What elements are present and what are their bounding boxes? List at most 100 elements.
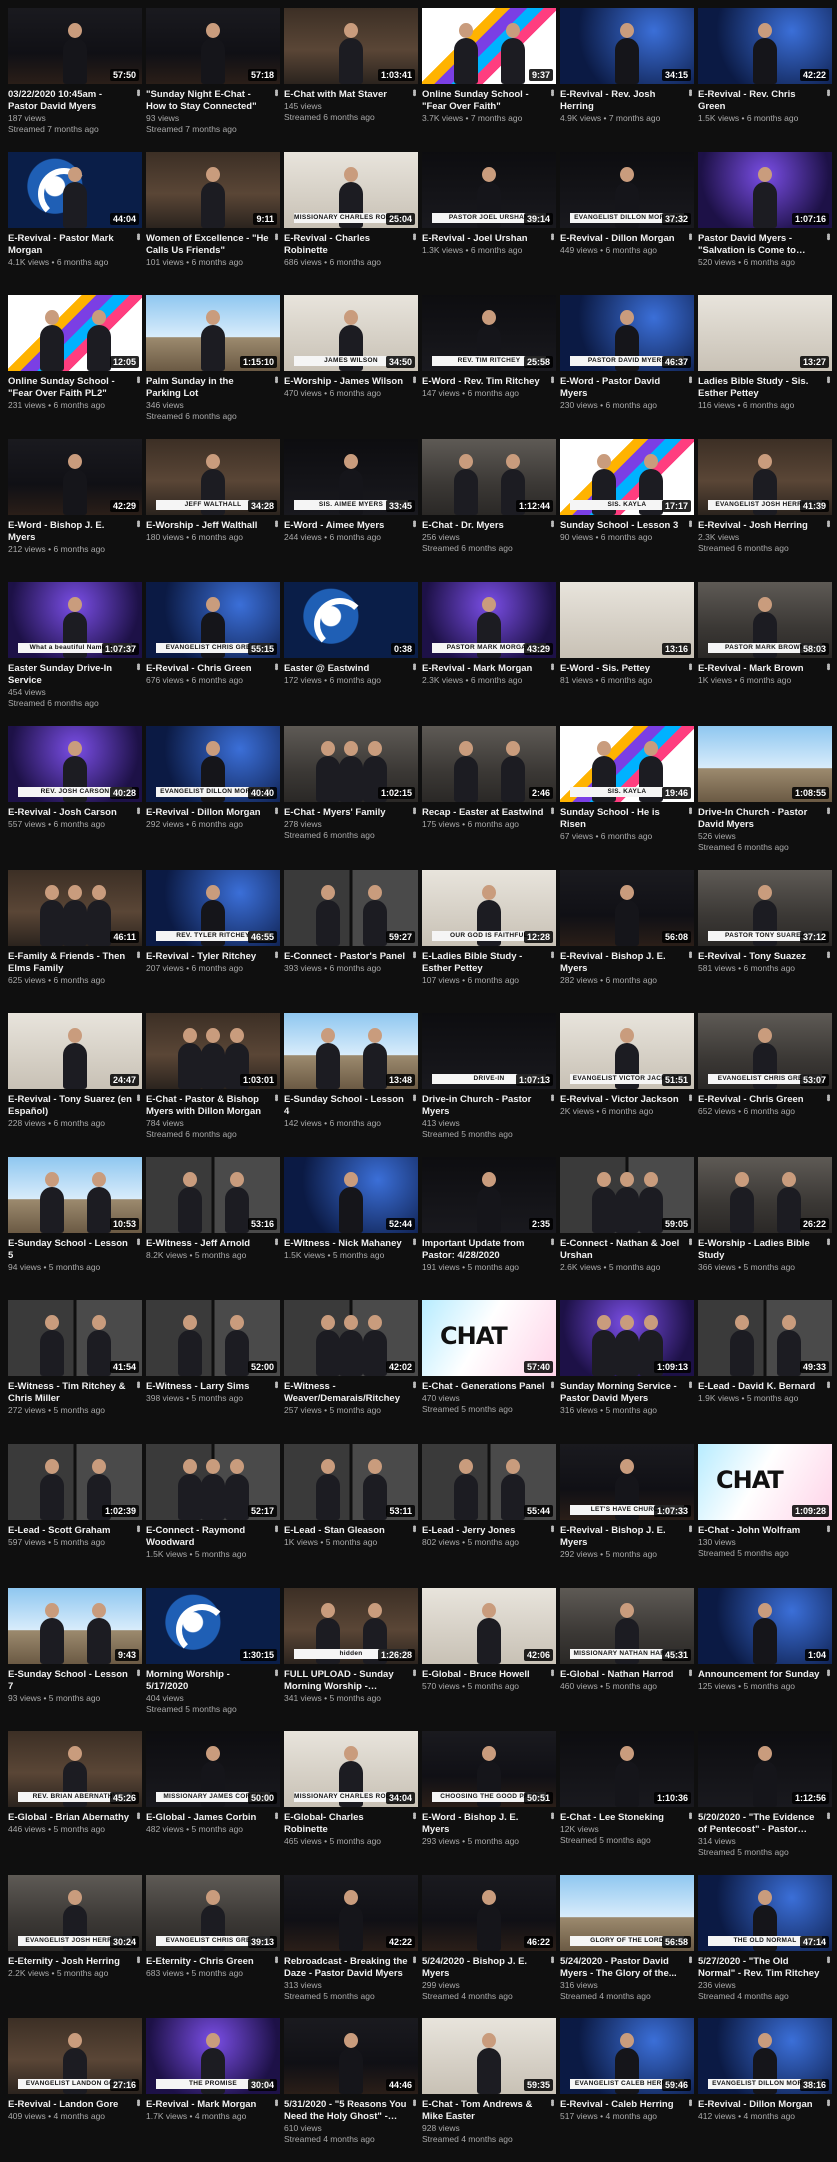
more-options-icon[interactable]: ••• [684, 951, 696, 957]
more-options-icon[interactable]: ••• [684, 807, 696, 813]
video-title[interactable]: E-Revival - Dillon Morgan [560, 233, 685, 245]
video-title[interactable]: E-Revival - Tony Suarez (en Español) [8, 1094, 133, 1118]
video-thumbnail[interactable]: 42:22 [284, 1874, 418, 1951]
more-options-icon[interactable]: ••• [408, 1956, 420, 1962]
video-title[interactable]: E-Global- Charles Robinette [284, 1812, 409, 1836]
video-card[interactable]: 1:12:44 E-Chat - Dr. Myers 256 views Stream… [422, 438, 559, 583]
video-title[interactable]: E-Revival - Pastor Mark Morgan [8, 233, 133, 257]
video-card[interactable]: 9:37 Online Sunday School - "Fear Over Fa… [422, 8, 559, 152]
video-card[interactable]: MISSIONARY NATHAN HARROD 45:31 E-Global - … [560, 1587, 697, 1732]
video-title[interactable]: Recap - Easter at Eastwind [422, 807, 547, 819]
video-title[interactable]: E-Word - Aimee Myers [284, 520, 409, 532]
video-card[interactable]: 34:15 E-Revival - Rev. Josh Herring 4.9K v… [560, 8, 697, 152]
video-card[interactable]: REV. TYLER RITCHEY 46:55 E-Revival - Tyler… [146, 869, 283, 1014]
more-options-icon[interactable]: ••• [822, 951, 834, 957]
video-thumbnail[interactable]: SIS. AIMEE MYERS 33:45 [284, 438, 418, 515]
more-options-icon[interactable]: ••• [546, 1381, 558, 1387]
video-card[interactable]: 1:03:41 E-Chat with Mat Staver 145 views St… [284, 8, 421, 152]
video-thumbnail[interactable]: LET'S HAVE CHURCH 1:07:33 [560, 1443, 694, 1520]
video-title[interactable]: E-Revival - Josh Carson [8, 807, 133, 819]
video-thumbnail[interactable]: SIS. KAYLA 17:17 [560, 438, 694, 515]
video-title[interactable]: E-Eternity - Josh Herring [8, 1956, 133, 1968]
more-options-icon[interactable]: ••• [408, 233, 420, 239]
more-options-icon[interactable]: ••• [822, 663, 834, 669]
video-thumbnail[interactable]: PASTOR MARK BROWN 58:03 [698, 582, 832, 659]
video-thumbnail[interactable]: 59:27 [284, 869, 418, 946]
more-options-icon[interactable]: ••• [408, 89, 420, 95]
more-options-icon[interactable]: ••• [132, 520, 144, 526]
video-thumbnail[interactable]: 44:04 [8, 151, 142, 228]
video-card[interactable]: MISSIONARY JAMES CORBIN 50:00 E-Global - J… [146, 1731, 283, 1875]
video-thumbnail[interactable]: 1:15:10 [146, 295, 280, 372]
video-card[interactable]: 9:43 E-Sunday School - Lesson 7 93 views •… [8, 1587, 145, 1732]
video-thumbnail[interactable]: 52:44 [284, 1156, 418, 1233]
video-title[interactable]: E-Revival - Dillon Morgan [698, 2099, 823, 2111]
video-thumbnail[interactable]: 57:18 [146, 8, 280, 84]
video-thumbnail[interactable]: MISSIONARY JAMES CORBIN 50:00 [146, 1731, 280, 1808]
video-title[interactable]: E-Connect - Pastor's Panel [284, 951, 409, 963]
more-options-icon[interactable]: ••• [546, 807, 558, 813]
video-thumbnail[interactable]: 24:47 [8, 1013, 142, 1090]
more-options-icon[interactable]: ••• [270, 1238, 282, 1244]
video-thumbnail[interactable]: What a beautiful Name it is 1:07:37 [8, 582, 142, 659]
video-title[interactable]: E-Family & Friends - Then Elms Family [8, 951, 133, 975]
more-options-icon[interactable]: ••• [546, 951, 558, 957]
video-thumbnail[interactable]: REV. TYLER RITCHEY 46:55 [146, 869, 280, 946]
more-options-icon[interactable]: ••• [270, 1381, 282, 1387]
video-title[interactable]: Palm Sunday in the Parking Lot [146, 376, 271, 400]
video-card[interactable]: 10:53 E-Sunday School - Lesson 5 94 views … [8, 1156, 145, 1301]
video-card[interactable]: 44:04 E-Revival - Pastor Mark Morgan 4.1K … [8, 151, 145, 296]
more-options-icon[interactable]: ••• [546, 1956, 558, 1962]
video-thumbnail[interactable]: OUR GOD IS FAITHFUL 12:28 [422, 869, 556, 946]
video-card[interactable]: 26:22 E-Worship - Ladies Bible Study 366 v… [698, 1156, 835, 1301]
video-thumbnail[interactable]: PASTOR JOEL URSHAN 39:14 [422, 151, 556, 228]
video-card[interactable]: 59:35 E-Chat - Tom Andrews & Mike Easter 9… [422, 2018, 559, 2162]
more-options-icon[interactable]: ••• [822, 376, 834, 382]
video-title[interactable]: E-Word - Pastor David Myers [560, 376, 685, 400]
video-card[interactable]: PASTOR MARK MORGAN 43:29 E-Revival - Mark … [422, 582, 559, 726]
video-thumbnail[interactable]: 1:12:44 [422, 438, 556, 515]
video-title[interactable]: E-Revival - Chris Green [146, 663, 271, 675]
video-title[interactable]: 5/24/2020 - Bishop J. E. Myers [422, 1956, 547, 1980]
video-title[interactable]: E-Revival - Bishop J. E. Myers [560, 1525, 685, 1549]
video-thumbnail[interactable]: REV. TIM RITCHEY 25:58 [422, 295, 556, 372]
video-card[interactable]: 42:06 E-Global - Bruce Howell 570 views • … [422, 1587, 559, 1732]
video-thumbnail[interactable]: 59:05 [560, 1156, 694, 1233]
more-options-icon[interactable]: ••• [132, 233, 144, 239]
more-options-icon[interactable]: ••• [408, 1238, 420, 1244]
video-card[interactable]: 13:16 E-Word - Sis. Pettey 81 views • 6 mo… [560, 582, 697, 726]
video-thumbnail[interactable]: 42:22 [698, 8, 832, 84]
video-thumbnail[interactable]: 9:37 [422, 8, 556, 84]
video-card[interactable]: 53:11 E-Lead - Stan Gleason 1K views • 5 m… [284, 1443, 421, 1588]
video-title[interactable]: 5/24/2020 - Pastor David Myers - The Glo… [560, 1956, 685, 1980]
video-thumbnail[interactable]: EVANGELIST JOSH HERRING 41:39 [698, 438, 832, 515]
video-title[interactable]: E-Lead - Stan Gleason [284, 1525, 409, 1537]
video-title[interactable]: E-Revival - Josh Herring [698, 520, 823, 532]
more-options-icon[interactable]: ••• [822, 2099, 834, 2105]
video-card[interactable]: REV. TIM RITCHEY 25:58 E-Word - Rev. Tim R… [422, 295, 559, 439]
video-title[interactable]: E-Word - Bishop J. E. Myers [8, 520, 133, 544]
video-card[interactable]: 57:50 03/22/2020 10:45am - Pastor David M… [8, 8, 145, 152]
video-card[interactable]: CHAT 57:40 E-Chat - Generations Panel 470 v… [422, 1300, 559, 1444]
video-title[interactable]: 5/20/2020 - "The Evidence of Pentecost" … [698, 1812, 823, 1836]
video-thumbnail[interactable]: 46:11 [8, 869, 142, 946]
video-thumbnail[interactable]: 12:05 [8, 295, 142, 372]
video-title[interactable]: E-Chat with Mat Staver [284, 89, 409, 101]
video-thumbnail[interactable]: 1:03:01 [146, 1013, 280, 1090]
more-options-icon[interactable]: ••• [684, 520, 696, 526]
video-card[interactable]: 1:09:13 Sunday Morning Service - Pastor D… [560, 1300, 697, 1444]
more-options-icon[interactable]: ••• [408, 1381, 420, 1387]
video-thumbnail[interactable]: 34:15 [560, 8, 694, 84]
more-options-icon[interactable]: ••• [546, 2099, 558, 2105]
video-thumbnail[interactable]: CHAT 1:09:28 [698, 1443, 832, 1520]
more-options-icon[interactable]: ••• [270, 1669, 282, 1675]
video-card[interactable]: 44:46 5/31/2020 - "5 Reasons You Need the… [284, 2018, 421, 2162]
video-card[interactable]: 12:05 Online Sunday School - "Fear Over F… [8, 295, 145, 439]
more-options-icon[interactable]: ••• [684, 663, 696, 669]
video-title[interactable]: Ladies Bible Study - Sis. Esther Pettey [698, 376, 823, 400]
video-title[interactable]: E-Chat - Pastor & Bishop Myers with Dill… [146, 1094, 271, 1118]
video-card[interactable]: 2:35 Important Update from Pastor: 4/28/2… [422, 1156, 559, 1301]
more-options-icon[interactable]: ••• [822, 807, 834, 813]
video-title[interactable]: E-Sunday School - Lesson 7 [8, 1669, 133, 1693]
more-options-icon[interactable]: ••• [822, 1956, 834, 1962]
